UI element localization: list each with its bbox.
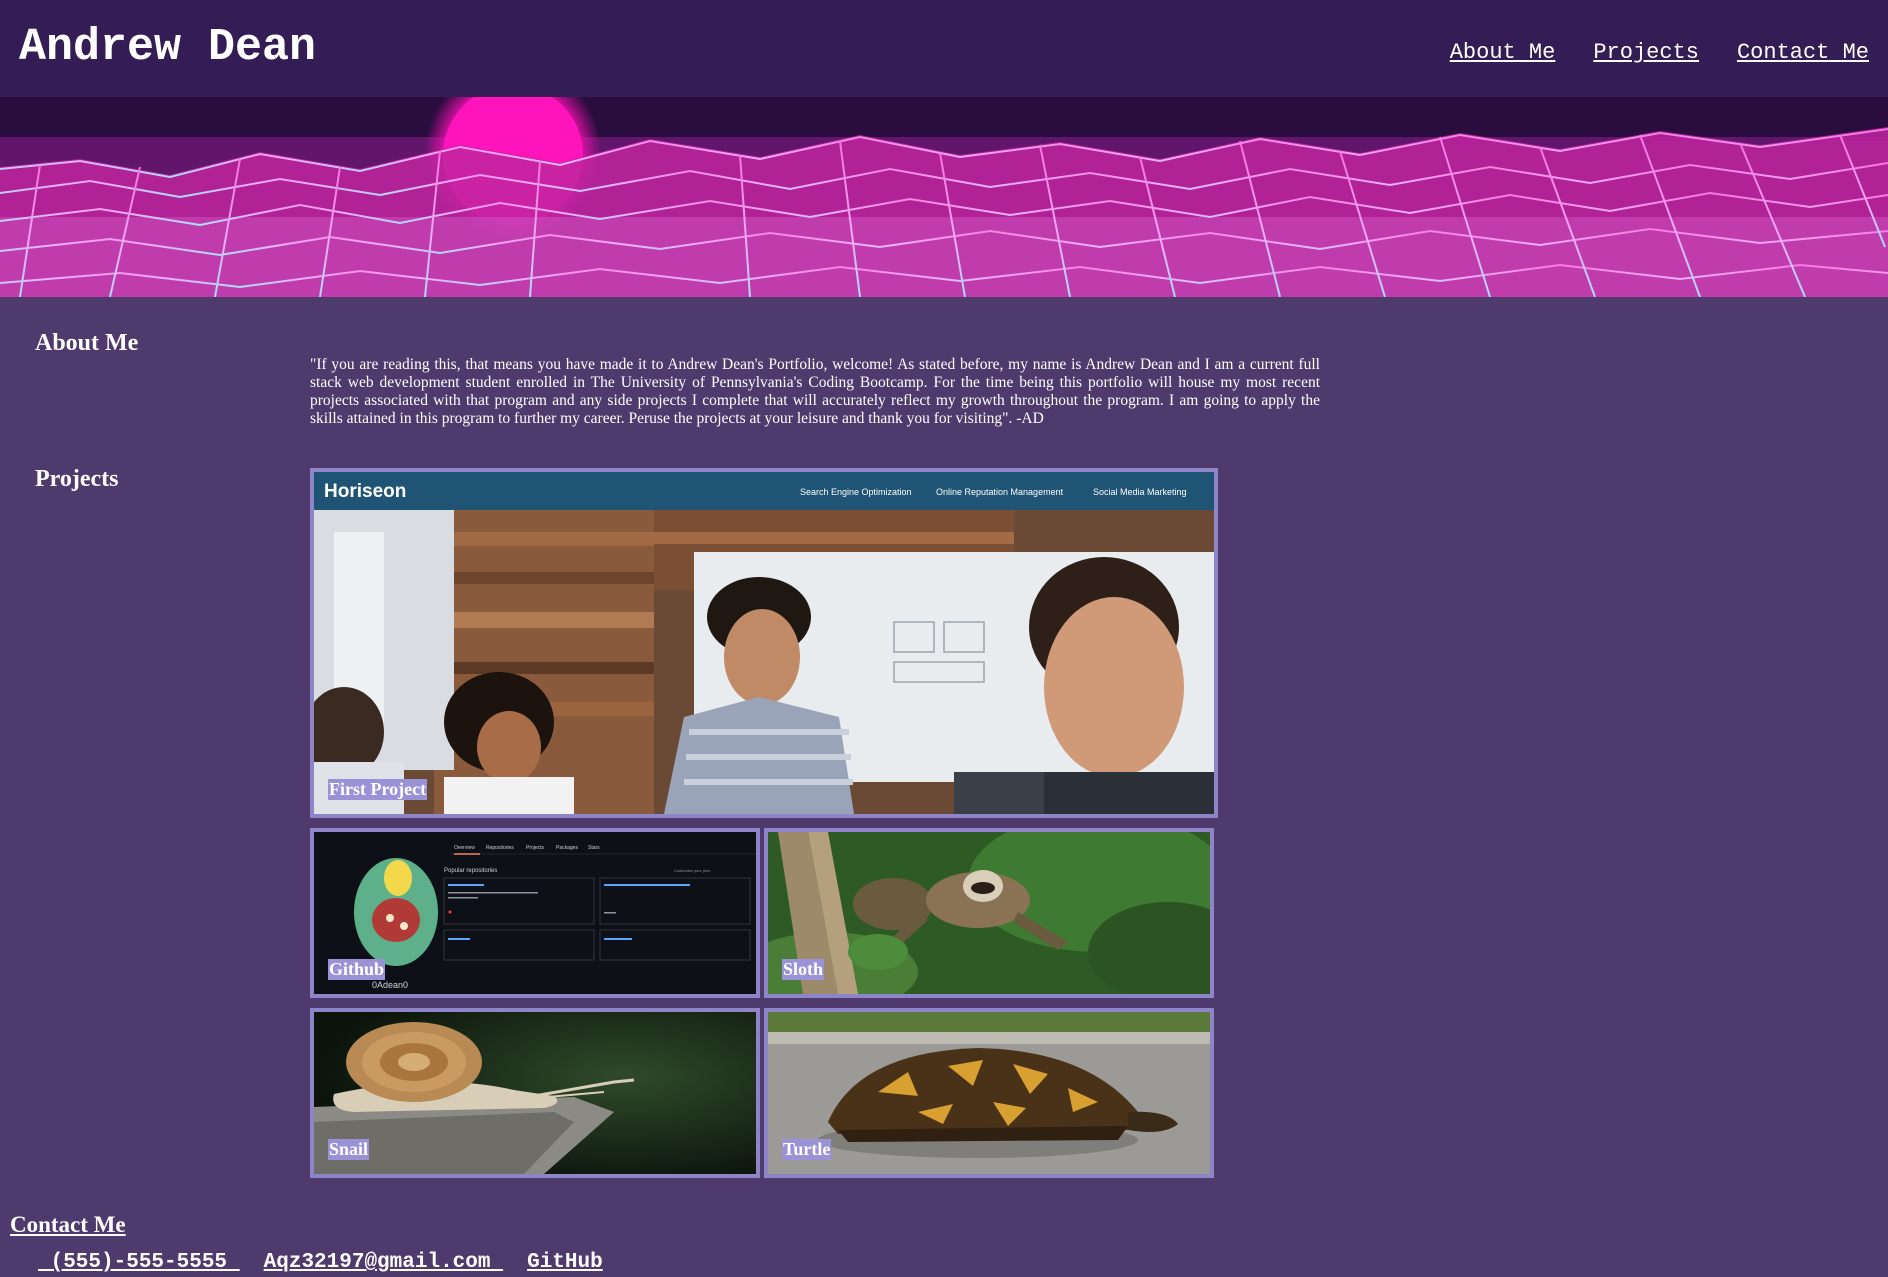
hero-banner	[0, 97, 1888, 297]
project-card-first-project[interactable]: Horiseon Search Engine Optimization Onli…	[310, 468, 1218, 818]
contact-github-link[interactable]: GitHub	[527, 1250, 603, 1276]
github-tab-repositories: Repositories	[486, 845, 514, 851]
project-label-first-project: First Project	[328, 779, 428, 800]
synthwave-grid-illustration	[0, 97, 1888, 297]
horiseon-nav-smm: Social Media Marketing	[1093, 487, 1187, 497]
github-customize-pins: Customize your pins	[674, 868, 710, 873]
horiseon-brand: Horiseon	[324, 481, 406, 502]
github-tab-packages: Packages	[556, 845, 578, 851]
site-title: Andrew Dean	[19, 22, 317, 73]
github-section-title: Popular repositories	[444, 868, 497, 874]
project-label-sloth: Sloth	[782, 959, 825, 980]
horiseon-screenshot-image: Horiseon Search Engine Optimization Onli…	[314, 472, 1214, 814]
horiseon-nav-orm: Online Reputation Management	[936, 487, 1064, 497]
top-nav: About Me Projects Contact Me	[1450, 38, 1869, 68]
project-card-github[interactable]: 0Adean0 Overview Repositories Projects P…	[310, 828, 760, 998]
project-label-snail: Snail	[328, 1139, 370, 1160]
sloth-image	[768, 832, 1210, 994]
contact-phone-link[interactable]: (555)-555-5555	[38, 1250, 240, 1276]
github-tab-stars: Stars	[588, 845, 600, 851]
contact-heading: Contact Me	[10, 1212, 126, 1237]
project-label-github: Github	[328, 959, 386, 980]
about-heading: About Me	[35, 330, 139, 356]
github-username: 0Adean0	[372, 980, 408, 990]
snail-image	[314, 1012, 756, 1174]
github-tab-overview: Overview	[454, 845, 475, 851]
nav-link-about[interactable]: About Me	[1450, 38, 1556, 68]
horiseon-nav-seo: Search Engine Optimization	[800, 487, 912, 497]
projects-heading: Projects	[35, 466, 119, 492]
contact-email-link[interactable]: Aqz32197@gmail.com	[264, 1250, 503, 1276]
project-label-turtle: Turtle	[782, 1139, 832, 1160]
turtle-image	[768, 1012, 1210, 1174]
nav-link-projects[interactable]: Projects	[1593, 38, 1699, 68]
site-header: Andrew Dean About Me Projects Contact Me	[0, 0, 1888, 97]
nav-link-contact[interactable]: Contact Me	[1737, 38, 1869, 68]
project-card-snail[interactable]: Snail	[310, 1008, 760, 1178]
contact-links: (555)-555-5555 Aqz32197@gmail.com GitHub	[38, 1250, 603, 1276]
project-card-sloth[interactable]: Sloth	[764, 828, 1214, 998]
project-card-turtle[interactable]: Turtle	[764, 1008, 1214, 1178]
about-text: "If you are reading this, that means you…	[310, 356, 1320, 427]
github-tab-projects: Projects	[526, 845, 545, 851]
